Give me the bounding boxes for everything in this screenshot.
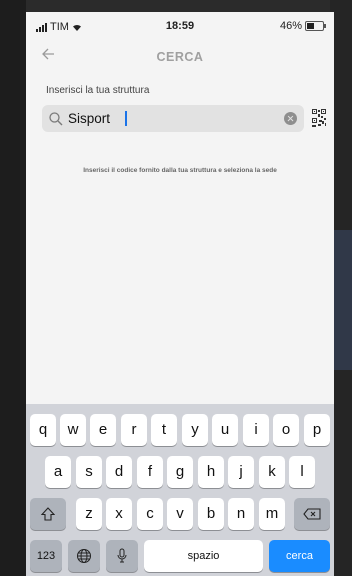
key-b[interactable]: b (198, 498, 224, 530)
space-key[interactable]: spazio (144, 540, 263, 572)
key-o[interactable]: o (273, 414, 299, 446)
key-n[interactable]: n (228, 498, 254, 530)
key-t[interactable]: t (151, 414, 177, 446)
keyboard-row-2: a s d f g h j k l (26, 456, 334, 488)
clear-search-icon[interactable] (284, 112, 297, 125)
key-m[interactable]: m (259, 498, 285, 530)
shift-arrow-icon (41, 507, 55, 521)
status-bar: TIM 18:59 46% (26, 12, 334, 40)
search-action-key[interactable]: cerca (269, 540, 330, 572)
key-j[interactable]: j (228, 456, 254, 488)
backspace-key[interactable] (294, 498, 330, 530)
battery-percent: 46% (279, 20, 302, 32)
key-i[interactable]: i (243, 414, 269, 446)
key-p[interactable]: p (304, 414, 330, 446)
status-right: 46% (279, 20, 326, 32)
page-title: CERCA (156, 50, 204, 64)
battery-icon (305, 21, 326, 31)
shift-key[interactable] (30, 498, 66, 530)
key-v[interactable]: v (167, 498, 193, 530)
key-l[interactable]: l (289, 456, 315, 488)
key-y[interactable]: y (182, 414, 208, 446)
qr-code-icon[interactable] (312, 109, 326, 127)
key-c[interactable]: c (137, 498, 163, 530)
key-g[interactable]: g (167, 456, 193, 488)
key-f[interactable]: f (137, 456, 163, 488)
keyboard-row-1: q w e r t y u i o p (26, 414, 334, 446)
key-a[interactable]: a (45, 456, 71, 488)
key-d[interactable]: d (106, 456, 132, 488)
key-q[interactable]: q (30, 414, 56, 446)
globe-icon (76, 548, 92, 564)
dictation-key[interactable] (106, 540, 138, 572)
numbers-key[interactable]: 123 (30, 540, 62, 572)
search-input[interactable] (68, 109, 268, 128)
key-z[interactable]: z (76, 498, 102, 530)
search-label: Inserisci la tua struttura (46, 85, 150, 96)
key-r[interactable]: r (121, 414, 147, 446)
key-x[interactable]: x (106, 498, 132, 530)
key-s[interactable]: s (76, 456, 102, 488)
search-field[interactable] (42, 105, 304, 132)
key-e[interactable]: e (90, 414, 116, 446)
keyboard-row-3: z x c v b n m (26, 498, 334, 530)
keyboard: q w e r t y u i o p a s d f g h j k l z … (26, 404, 334, 576)
key-h[interactable]: h (198, 456, 224, 488)
microphone-icon (116, 548, 128, 564)
key-k[interactable]: k (259, 456, 285, 488)
instruction-text: Inserisci il codice fornito dalla tua st… (83, 167, 277, 174)
phone-screen: TIM 18:59 46% CERCA Inserisci la tua str… (26, 12, 334, 576)
backspace-icon (303, 508, 321, 520)
backdrop-left (0, 0, 26, 576)
text-cursor (125, 111, 127, 126)
nav-bar: CERCA (26, 40, 334, 74)
search-icon (48, 111, 64, 127)
keyboard-row-4: 123 spazio cerca (26, 540, 334, 572)
key-u[interactable]: u (212, 414, 238, 446)
globe-key[interactable] (68, 540, 100, 572)
key-w[interactable]: w (60, 414, 86, 446)
